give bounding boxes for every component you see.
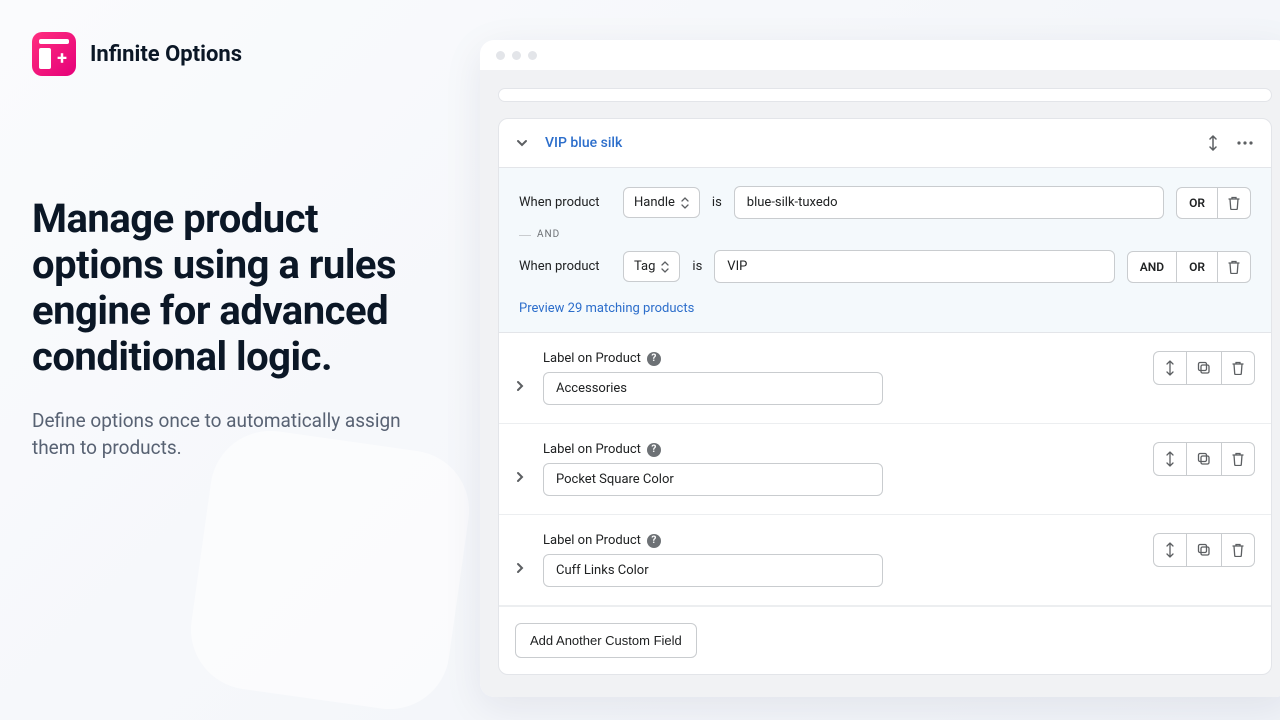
- field-label: Label on Product: [543, 351, 641, 366]
- marketing-panel: + Infinite Options Manage product option…: [32, 32, 442, 461]
- add-custom-field-button[interactable]: Add Another Custom Field: [515, 623, 697, 658]
- condition-when-label: When product: [519, 195, 611, 210]
- condition-connector: AND: [537, 229, 1251, 240]
- window-traffic-lights: [480, 40, 1280, 70]
- field-value-input[interactable]: Accessories: [543, 372, 883, 405]
- drag-handle-icon[interactable]: [1203, 133, 1223, 153]
- move-field-button[interactable]: [1153, 533, 1187, 567]
- duplicate-field-button[interactable]: [1186, 351, 1222, 385]
- chevron-right-icon[interactable]: [515, 468, 529, 482]
- condition-value-input[interactable]: VIP: [714, 250, 1114, 283]
- option-field-row: Label on Product ? Pocket Square Color: [499, 424, 1271, 515]
- or-button[interactable]: OR: [1176, 187, 1218, 219]
- condition-operator: is: [712, 195, 722, 210]
- conditions-block: When product Handle is blue-silk-tuxedo …: [499, 168, 1271, 333]
- delete-condition-button[interactable]: [1217, 187, 1251, 219]
- more-icon[interactable]: [1235, 133, 1255, 153]
- condition-attribute-select[interactable]: Handle: [623, 187, 700, 218]
- delete-field-button[interactable]: [1221, 442, 1255, 476]
- field-label: Label on Product: [543, 533, 641, 548]
- field-value-input[interactable]: Pocket Square Color: [543, 463, 883, 496]
- help-icon[interactable]: ?: [647, 534, 661, 548]
- background-shape: [183, 423, 477, 717]
- brand-row: + Infinite Options: [32, 32, 442, 76]
- field-label: Label on Product: [543, 442, 641, 457]
- app-window: VIP blue silk When product Handle: [480, 40, 1280, 697]
- move-field-button[interactable]: [1153, 442, 1187, 476]
- field-value-input[interactable]: Cuff Links Color: [543, 554, 883, 587]
- collapsed-card-stub: [498, 88, 1272, 102]
- condition-attribute-select[interactable]: Tag: [623, 251, 680, 282]
- condition-when-label: When product: [519, 259, 611, 274]
- delete-field-button[interactable]: [1221, 351, 1255, 385]
- delete-field-button[interactable]: [1221, 533, 1255, 567]
- subheadline: Define options once to automatically ass…: [32, 408, 442, 461]
- select-value: Handle: [634, 195, 675, 210]
- chevron-right-icon[interactable]: [515, 377, 529, 391]
- condition-operator: is: [692, 259, 702, 274]
- chevron-down-icon[interactable]: [515, 136, 529, 150]
- chevron-right-icon[interactable]: [515, 559, 529, 573]
- and-button[interactable]: AND: [1127, 251, 1177, 283]
- condition-value-input[interactable]: blue-silk-tuxedo: [734, 186, 1164, 219]
- duplicate-field-button[interactable]: [1186, 533, 1222, 567]
- condition-row: When product Tag is VIP AND OR: [519, 250, 1251, 283]
- preview-matching-link[interactable]: Preview 29 matching products: [519, 301, 694, 316]
- brand-name: Infinite Options: [90, 42, 242, 67]
- select-value: Tag: [634, 259, 655, 274]
- condition-row: When product Handle is blue-silk-tuxedo …: [519, 186, 1251, 219]
- rule-card: VIP blue silk When product Handle: [498, 118, 1272, 675]
- headline: Manage product options using a rules eng…: [32, 196, 442, 380]
- or-button[interactable]: OR: [1176, 251, 1218, 283]
- delete-condition-button[interactable]: [1217, 251, 1251, 283]
- move-field-button[interactable]: [1153, 351, 1187, 385]
- option-field-row: Label on Product ? Accessories: [499, 333, 1271, 424]
- rule-header[interactable]: VIP blue silk: [499, 119, 1271, 168]
- help-icon[interactable]: ?: [647, 443, 661, 457]
- brand-logo-icon: +: [32, 32, 76, 76]
- rule-title[interactable]: VIP blue silk: [545, 135, 1187, 151]
- duplicate-field-button[interactable]: [1186, 442, 1222, 476]
- help-icon[interactable]: ?: [647, 352, 661, 366]
- option-field-row: Label on Product ? Cuff Links Color: [499, 515, 1271, 606]
